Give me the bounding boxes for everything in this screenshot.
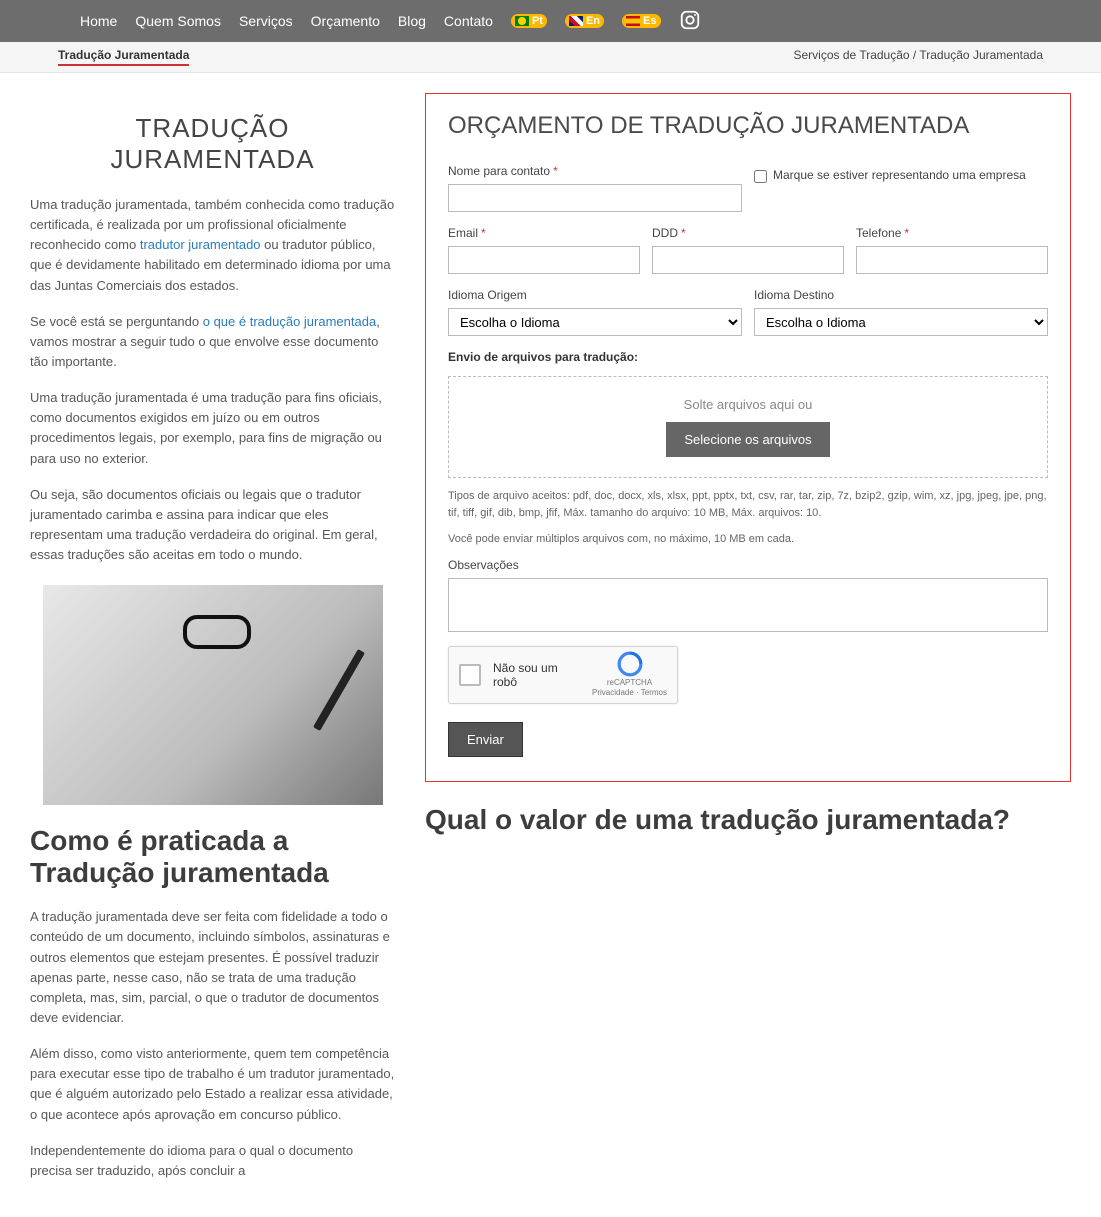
empresa-checkbox[interactable]: [754, 170, 767, 183]
page-tab: Tradução Juramentada: [58, 48, 189, 66]
intro-p1: Uma tradução juramentada, também conheci…: [30, 195, 395, 296]
intro-p2: Se você está se perguntando o que é trad…: [30, 312, 395, 372]
crumb-servicos[interactable]: Serviços de Tradução: [794, 48, 910, 62]
lang-pt[interactable]: Pt: [511, 14, 547, 28]
recaptcha-label: Não sou um robô: [493, 661, 580, 689]
submit-button[interactable]: Enviar: [448, 722, 523, 757]
dropzone-hint: Solte arquivos aqui ou: [469, 397, 1027, 412]
body-p5: A tradução juramentada deve ser feita co…: [30, 907, 395, 1028]
idioma-origem-select[interactable]: Escolha o Idioma: [448, 308, 742, 336]
intro-p4: Ou seja, são documentos oficiais ou lega…: [30, 485, 395, 566]
article-column: TRADUÇÃO JURAMENTADA Uma tradução jurame…: [30, 93, 405, 1197]
body-p7: Independentemente do idioma para o qual …: [30, 1141, 395, 1181]
recaptcha-checkbox[interactable]: [459, 664, 481, 686]
flag-uk-icon: [569, 16, 583, 26]
nav-orcamento[interactable]: Orçamento: [311, 13, 380, 29]
link-o-que-e[interactable]: o que é tradução juramentada: [203, 314, 376, 329]
form-title: ORÇAMENTO DE TRADUÇÃO JURAMENTADA: [448, 112, 1048, 140]
section-heading-valor: Qual o valor de uma tradução juramentada…: [425, 804, 1071, 836]
field-idioma-origem: Idioma Origem Escolha o Idioma: [448, 288, 742, 336]
nav-servicos[interactable]: Serviços: [239, 13, 293, 29]
nav-blog[interactable]: Blog: [398, 13, 426, 29]
link-tradutor-juramentado[interactable]: tradutor juramentado: [140, 237, 261, 252]
select-files-button[interactable]: Selecione os arquivos: [666, 422, 829, 457]
recaptcha-logo: reCAPTCHA Privacidade · Termos: [592, 651, 667, 697]
nome-input[interactable]: [448, 184, 742, 212]
page-title: TRADUÇÃO JURAMENTADA: [30, 113, 395, 175]
nav-quem-somos[interactable]: Quem Somos: [135, 13, 221, 29]
flag-br-icon: [515, 16, 529, 26]
lang-es[interactable]: Es: [622, 14, 660, 28]
field-email: Email*: [448, 226, 640, 274]
nav-home[interactable]: Home: [80, 13, 117, 29]
telefone-input[interactable]: [856, 246, 1048, 274]
file-dropzone[interactable]: Solte arquivos aqui ou Selecione os arqu…: [448, 376, 1048, 478]
field-ddd: DDD*: [652, 226, 844, 274]
ddd-input[interactable]: [652, 246, 844, 274]
email-input[interactable]: [448, 246, 640, 274]
breadcrumb-bar: Tradução Juramentada Serviços de Traduçã…: [0, 42, 1101, 73]
idioma-destino-select[interactable]: Escolha o Idioma: [754, 308, 1048, 336]
field-idioma-destino: Idioma Destino Escolha o Idioma: [754, 288, 1048, 336]
body-p6: Além disso, como visto anteriormente, qu…: [30, 1044, 395, 1125]
field-observacoes: Observações: [448, 558, 1048, 632]
file-types-help: Tipos de arquivo aceitos: pdf, doc, docx…: [448, 488, 1048, 521]
intro-p3: Uma tradução juramentada é uma tradução …: [30, 388, 395, 469]
field-nome: Nome para contato*: [448, 164, 742, 212]
file-size-help: Você pode enviar múltiplos arquivos com,…: [448, 531, 1048, 548]
crumb-current: Tradução Juramentada: [919, 48, 1043, 62]
section-heading-como: Como é praticada a Tradução juramentada: [30, 825, 395, 889]
quote-form-panel: ORÇAMENTO DE TRADUÇÃO JURAMENTADA Nome p…: [425, 93, 1071, 782]
article-image: [43, 585, 383, 805]
lang-en[interactable]: En: [565, 14, 604, 28]
field-upload: Envio de arquivos para tradução: Solte a…: [448, 350, 1048, 558]
below-form-section: Qual o valor de uma tradução juramentada…: [425, 804, 1071, 836]
field-empresa: Marque se estiver representando uma empr…: [754, 164, 1048, 212]
top-nav: Home Quem Somos Serviços Orçamento Blog …: [0, 0, 1101, 42]
breadcrumb: Serviços de Tradução / Tradução Jurament…: [794, 48, 1044, 66]
recaptcha-widget[interactable]: Não sou um robô reCAPTCHA Privacidade · …: [448, 646, 678, 704]
nav-contato[interactable]: Contato: [444, 13, 493, 29]
flag-es-icon: [626, 16, 640, 26]
observacoes-textarea[interactable]: [448, 578, 1048, 632]
field-telefone: Telefone*: [856, 226, 1048, 274]
instagram-icon[interactable]: [679, 9, 701, 34]
